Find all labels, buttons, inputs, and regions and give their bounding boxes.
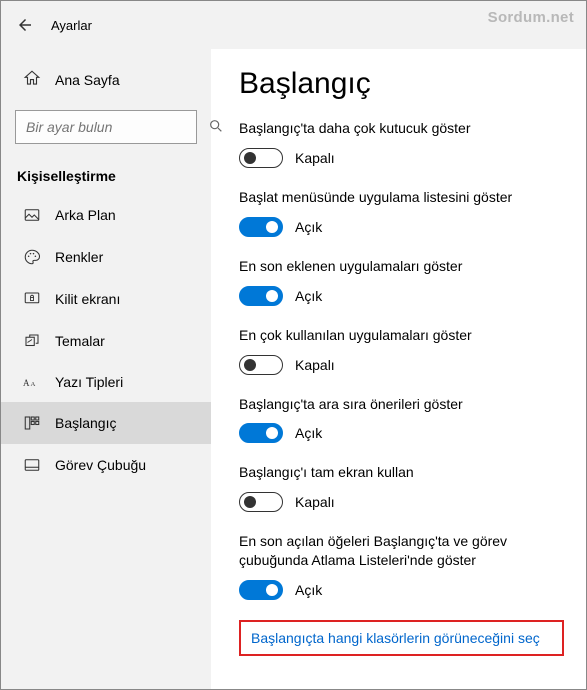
lock-screen-icon: [23, 290, 41, 308]
svg-text:A: A: [31, 381, 36, 388]
setting-label: Başlangıç'ı tam ekran kullan: [239, 463, 564, 482]
image-icon: [23, 206, 41, 224]
toggle-state-text: Kapalı: [295, 150, 335, 166]
start-icon: [23, 414, 41, 432]
setting-row: En çok kullanılan uygulamaları göster Kap…: [239, 326, 564, 375]
taskbar-icon: [23, 456, 41, 474]
toggle-state-text: Açık: [295, 425, 322, 441]
sidebar-home[interactable]: Ana Sayfa: [1, 59, 211, 104]
toggle-state-text: Açık: [295, 288, 322, 304]
svg-text:A: A: [23, 378, 30, 388]
toggle-state-text: Kapalı: [295, 494, 335, 510]
toggle-state-text: Kapalı: [295, 357, 335, 373]
sidebar-item-taskbar[interactable]: Görev Çubuğu: [1, 444, 211, 486]
toggle-switch[interactable]: [239, 217, 283, 237]
setting-row: En son açılan öğeleri Başlangıç'ta ve gö…: [239, 532, 564, 600]
setting-row: Başlangıç'ta daha çok kutucuk göster Kapa…: [239, 119, 564, 168]
toggle-switch[interactable]: [239, 580, 283, 600]
setting-label: En son eklenen uygulamaları göster: [239, 257, 564, 276]
sidebar-item-start[interactable]: Başlangıç: [1, 402, 211, 444]
sidebar-item-label: Başlangıç: [55, 415, 116, 431]
search-input[interactable]: [26, 119, 208, 135]
themes-icon: [23, 332, 41, 350]
sidebar: Ana Sayfa Kişiselleştirme Arka Plan Renk…: [1, 49, 211, 689]
sidebar-item-themes[interactable]: Temalar: [1, 320, 211, 362]
sidebar-item-label: Görev Çubuğu: [55, 457, 146, 473]
setting-label: En son açılan öğeleri Başlangıç'ta ve gö…: [239, 532, 564, 570]
window-title: Ayarlar: [51, 18, 92, 33]
fonts-icon: AA: [23, 374, 41, 390]
sidebar-home-label: Ana Sayfa: [55, 72, 120, 88]
setting-row: Başlat menüsünde uygulama listesini göst…: [239, 188, 564, 237]
highlighted-link-box: Başlangıçta hangi klasörlerin görüneceği…: [239, 620, 564, 656]
toggle-switch[interactable]: [239, 492, 283, 512]
setting-label: Başlat menüsünde uygulama listesini göst…: [239, 188, 564, 207]
toggle-switch[interactable]: [239, 148, 283, 168]
setting-label: En çok kullanılan uygulamaları göster: [239, 326, 564, 345]
setting-row: Başlangıç'ı tam ekran kullan Kapalı: [239, 463, 564, 512]
setting-row: En son eklenen uygulamaları göster Açık: [239, 257, 564, 306]
toggle-switch[interactable]: [239, 355, 283, 375]
home-icon: [23, 69, 41, 90]
watermark: Sordum.net: [488, 9, 574, 26]
content: Başlangıç Başlangıç'ta daha çok kutucuk …: [211, 49, 586, 689]
sidebar-item-label: Renkler: [55, 249, 103, 265]
sidebar-section-title: Kişiselleştirme: [1, 162, 211, 194]
sidebar-item-label: Arka Plan: [55, 207, 116, 223]
sidebar-item-label: Temalar: [55, 333, 105, 349]
sidebar-item-fonts[interactable]: AA Yazı Tipleri: [1, 362, 211, 402]
toggle-switch[interactable]: [239, 286, 283, 306]
toggle-state-text: Açık: [295, 582, 322, 598]
setting-label: Başlangıç'ta ara sıra önerileri göster: [239, 395, 564, 414]
sidebar-item-lockscreen[interactable]: Kilit ekranı: [1, 278, 211, 320]
toggle-switch[interactable]: [239, 423, 283, 443]
page-title: Başlangıç: [239, 67, 564, 101]
choose-folders-link[interactable]: Başlangıçta hangi klasörlerin görüneceği…: [251, 630, 540, 646]
sidebar-item-label: Kilit ekranı: [55, 291, 120, 307]
sidebar-item-label: Yazı Tipleri: [55, 374, 123, 390]
setting-row: Başlangıç'ta ara sıra önerileri göster Aç…: [239, 395, 564, 444]
search-box[interactable]: [15, 110, 197, 144]
sidebar-item-background[interactable]: Arka Plan: [1, 194, 211, 236]
sidebar-item-colors[interactable]: Renkler: [1, 236, 211, 278]
palette-icon: [23, 248, 41, 266]
setting-label: Başlangıç'ta daha çok kutucuk göster: [239, 119, 564, 138]
back-button[interactable]: [15, 16, 35, 34]
toggle-state-text: Açık: [295, 219, 322, 235]
